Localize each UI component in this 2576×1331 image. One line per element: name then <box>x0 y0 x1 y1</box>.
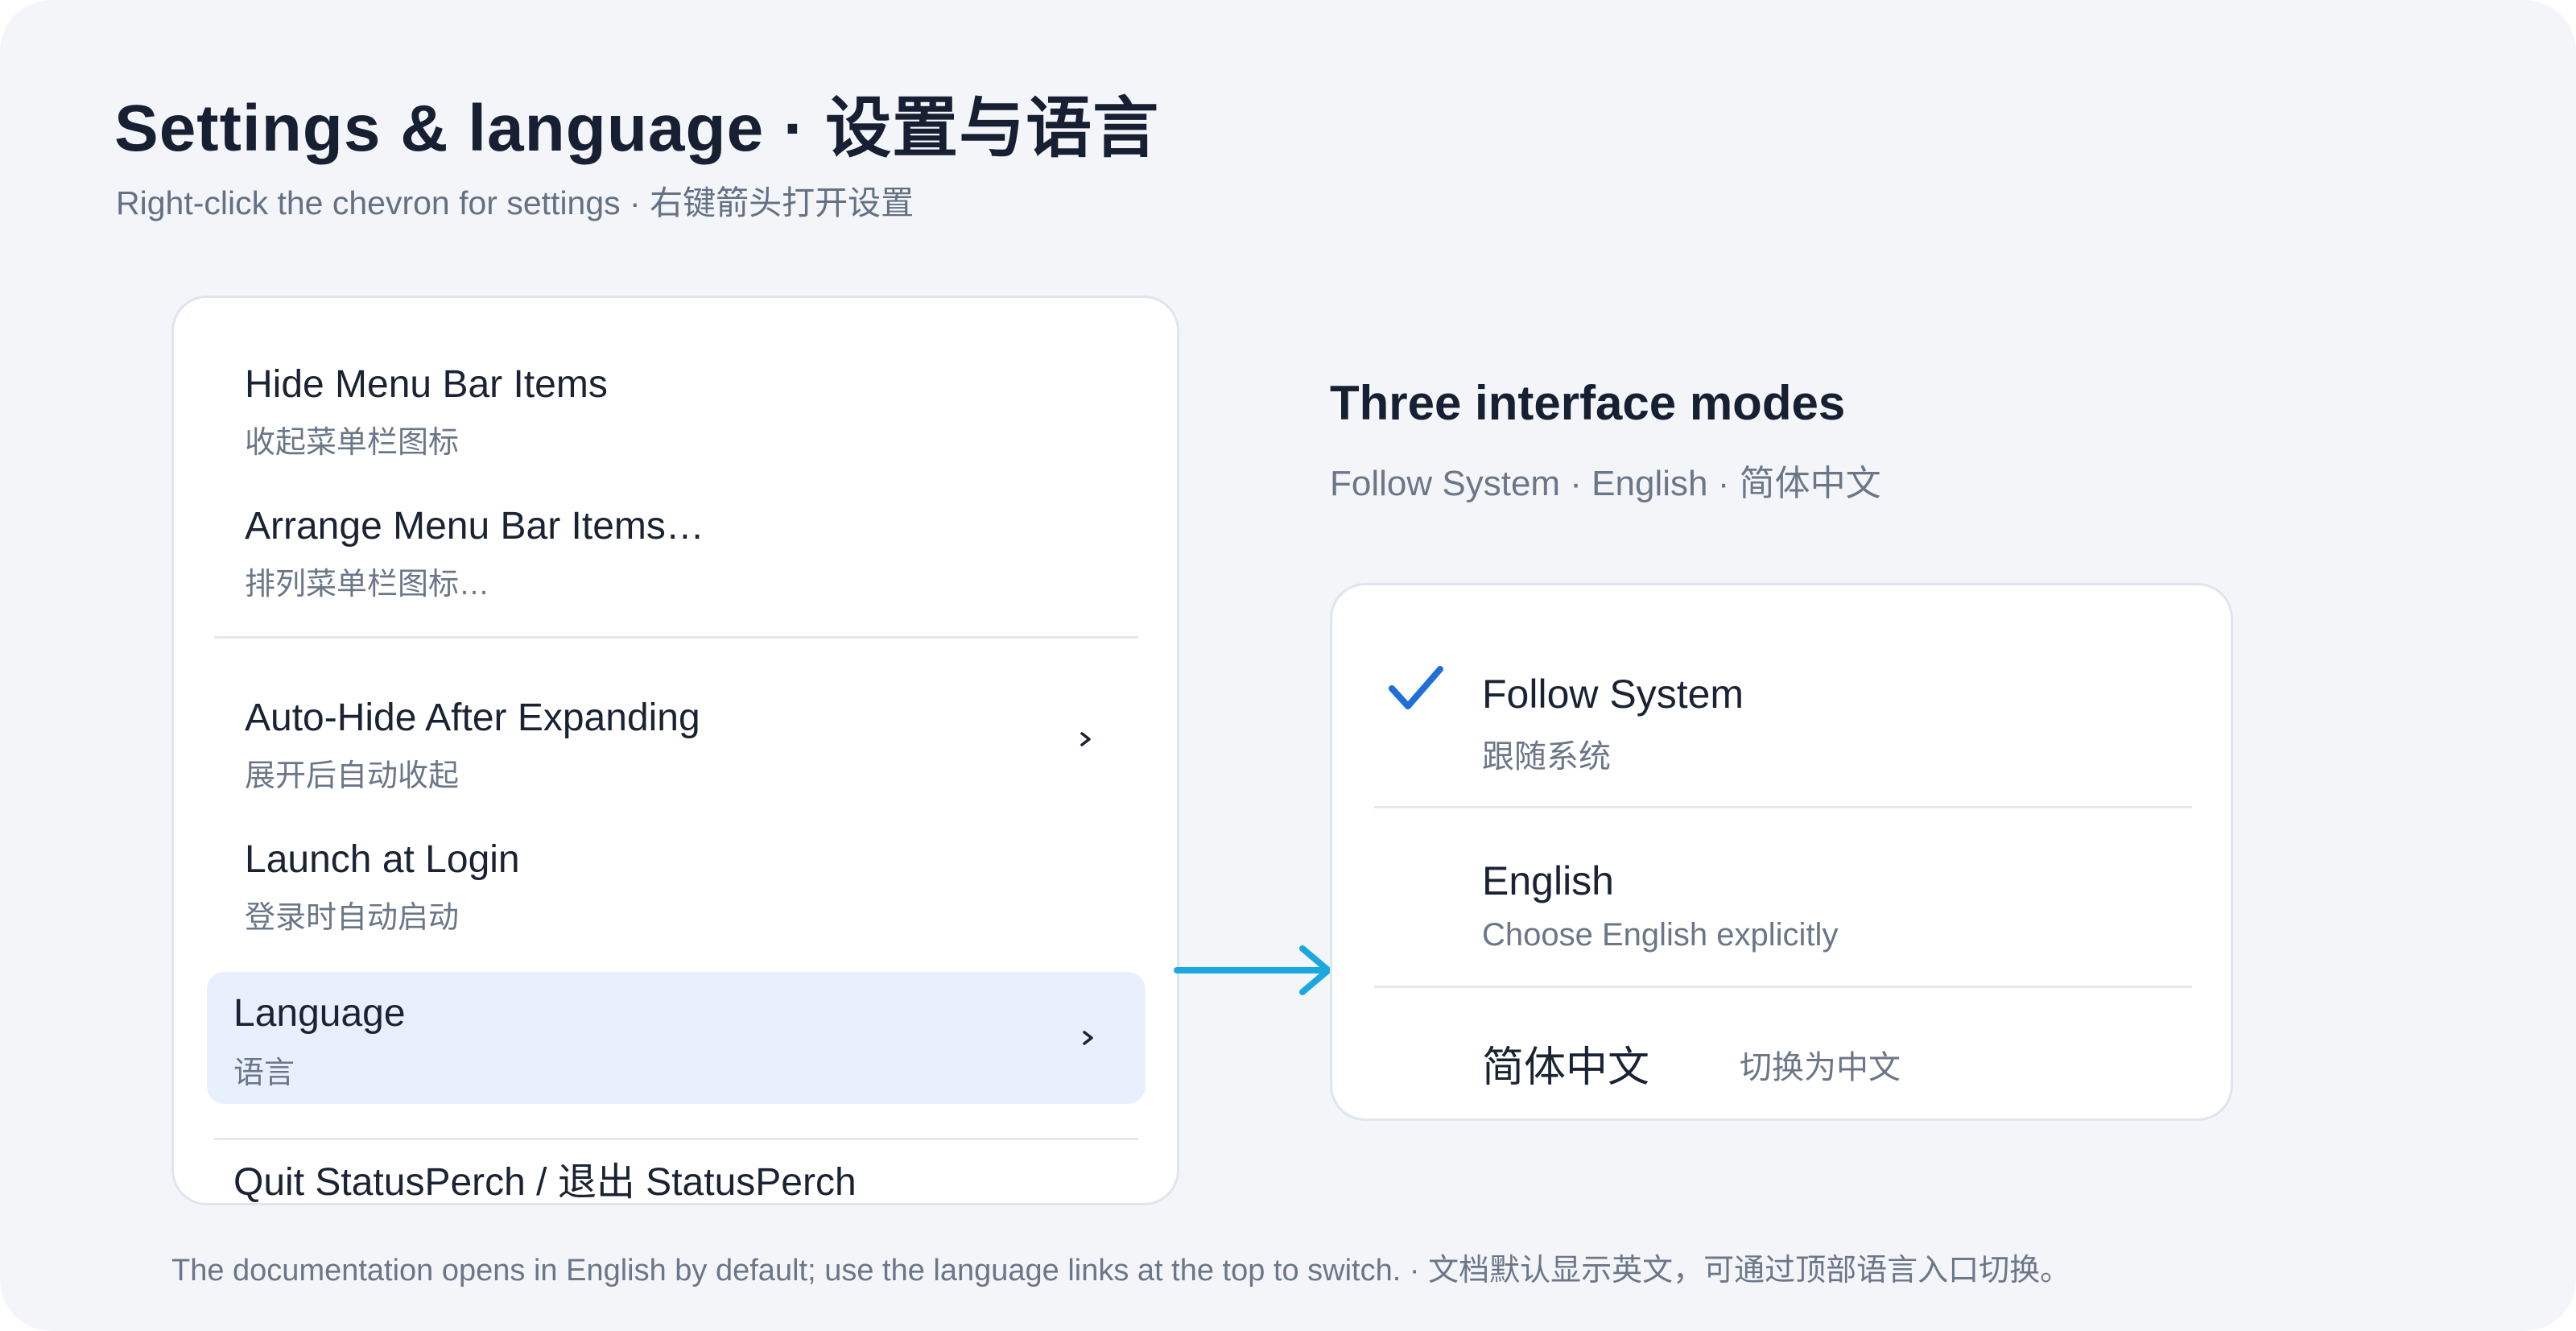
menu-item-label-zh: 登录时自动启动 <box>245 901 460 935</box>
language-option-chinese[interactable]: 简体中文 <box>1482 1033 1649 1093</box>
menu-item-label: Launch at Login <box>245 838 520 881</box>
menu-divider <box>1374 986 2192 988</box>
menu-item-hide-menu-bar-items[interactable]: Hide Menu Bar Items 收起菜单栏图标 <box>209 348 1143 469</box>
menu-divider <box>214 636 1138 639</box>
page-title: Settings & language · 设置与语言 <box>114 92 1160 165</box>
menu-item-label: Arrange Menu Bar Items… <box>245 505 704 548</box>
language-option-name: English <box>1482 858 1614 903</box>
menu-item-launch-at-login[interactable]: Launch at Login 登录时自动启动 <box>209 823 1143 944</box>
menu-item-label-zh: 展开后自动收起 <box>245 759 460 793</box>
footer-note: The documentation opens in English by de… <box>171 1254 2071 1288</box>
menu-item-auto-hide[interactable]: Auto-Hide After Expanding 展开后自动收起 <box>209 681 1143 802</box>
modes-title: Three interface modes <box>1330 376 1846 430</box>
chevron-right-icon <box>1083 1031 1093 1045</box>
menu-item-label: Language <box>233 992 406 1035</box>
language-option-desc: 跟随系统 <box>1482 739 1611 775</box>
menu-item-label-zh: 收起菜单栏图标 <box>245 426 460 460</box>
canvas: Settings & language · 设置与语言 Right-click … <box>0 0 2576 1331</box>
checkmark-icon <box>1389 666 1443 709</box>
arrow-right-icon <box>1174 945 1331 995</box>
language-option-follow-system[interactable]: Follow System 跟随系统 <box>1332 585 2231 775</box>
menu-item-label-zh: 排列菜单栏图标… <box>245 568 490 601</box>
menu-divider <box>214 1138 1138 1140</box>
language-option-english[interactable]: English Choose English explicitly <box>1332 772 2231 957</box>
menu-item-label: Hide Menu Bar Items <box>245 363 608 406</box>
menu-item-language[interactable]: Language 语言 <box>207 972 1146 1104</box>
settings-menu: Hide Menu Bar Items 收起菜单栏图标 Arrange Menu… <box>171 296 1179 1205</box>
menu-item-label: Auto-Hide After Expanding <box>245 697 700 739</box>
language-option-name: Follow System <box>1482 672 1744 717</box>
language-menu: Follow System 跟随系统 English Choose Englis… <box>1330 583 2233 1121</box>
menu-item-quit[interactable]: Quit StatusPerch / 退出 StatusPerch <box>233 1150 857 1203</box>
language-option-desc: Choose English explicitly <box>1482 917 1839 953</box>
menu-item-label-zh: 语言 <box>233 1056 295 1090</box>
language-option-desc: 切换为中文 <box>1740 1050 1901 1085</box>
page-subtitle: Right-click the chevron for settings · 右… <box>116 184 914 221</box>
modes-subtitle: Follow System · English · 简体中文 <box>1330 464 1881 503</box>
menu-item-arrange-menu-bar-items[interactable]: Arrange Menu Bar Items… 排列菜单栏图标… <box>209 490 1143 610</box>
chevron-right-icon <box>1080 732 1091 746</box>
